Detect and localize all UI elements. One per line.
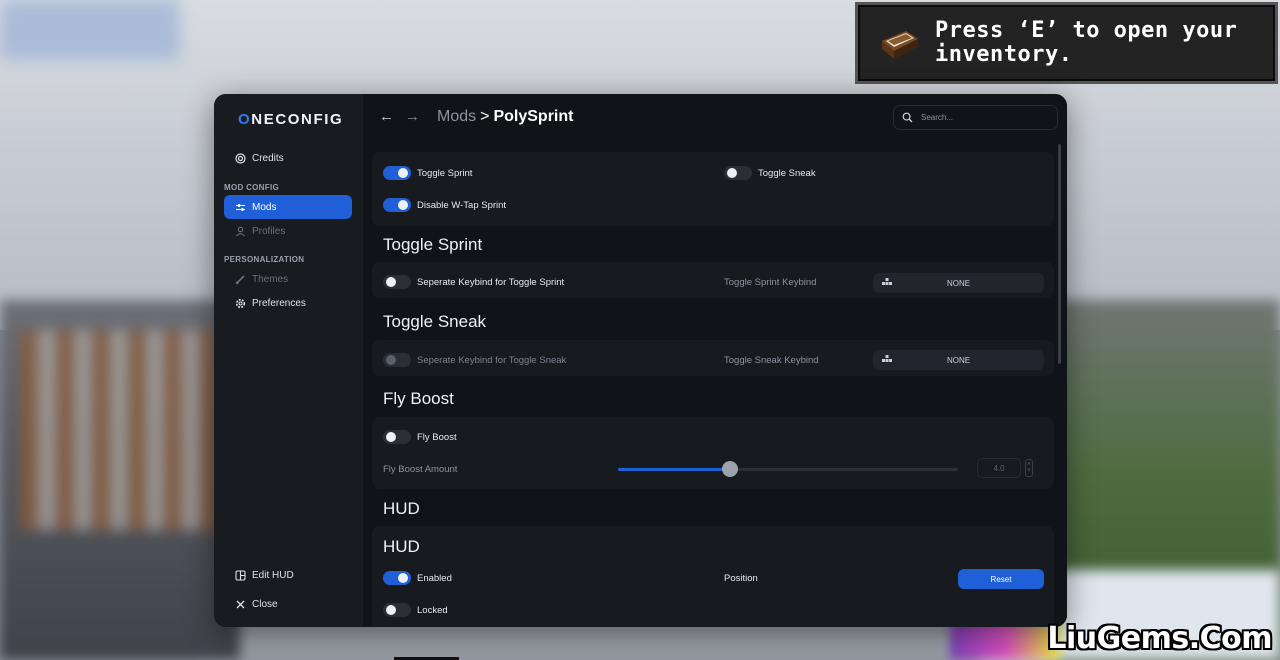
close-icon	[235, 599, 246, 610]
sidebar-item-label: Edit HUD	[252, 569, 294, 581]
separate-keybind-sprint-switch[interactable]	[383, 275, 411, 289]
credits-icon	[235, 152, 246, 164]
search-input[interactable]	[921, 113, 1041, 122]
scrollbar[interactable]	[1058, 144, 1061, 364]
hud-card-heading: HUD	[383, 537, 420, 556]
separate-keybind-sneak-switch[interactable]	[383, 353, 411, 367]
option-label: Seperate Keybind for Toggle Sneak	[417, 354, 567, 366]
chevron-down-icon: ˅	[1027, 468, 1031, 474]
toggle-sneak-switch[interactable]	[724, 166, 752, 180]
gear-icon	[235, 298, 246, 309]
sidebar-item-label: Themes	[252, 273, 289, 285]
book-icon	[882, 31, 918, 59]
toggle-sprint-switch[interactable]	[383, 166, 411, 180]
separate-keybind-sneak-option[interactable]: Seperate Keybind for Toggle Sneak	[383, 353, 566, 367]
toggle-sneak-keybind-label: Toggle Sneak Keybind	[724, 355, 819, 366]
toggle-sneak-keybind-button[interactable]: NONE	[873, 350, 1044, 370]
fly-boost-switch[interactable]	[383, 430, 411, 444]
toggle-sprint-heading: Toggle Sprint	[383, 235, 483, 254]
oneconfig-logo: ONECONFIG	[238, 111, 344, 128]
main-content: ← → Mods>PolySprint Toggle Sprint Toggle…	[363, 94, 1067, 627]
fly-boost-amount-slider[interactable]	[618, 461, 958, 477]
disable-wtap-option[interactable]: Disable W-Tap Sprint	[383, 198, 506, 212]
layout-icon	[235, 569, 246, 581]
fly-boost-option[interactable]: Fly Boost	[383, 430, 457, 444]
general-options-card	[372, 152, 1054, 226]
option-label: Disable W-Tap Sprint	[417, 199, 507, 211]
toggle-sneak-heading: Toggle Sneak	[383, 312, 487, 331]
breadcrumb-parent[interactable]: Mods	[437, 108, 476, 125]
search-box[interactable]	[893, 105, 1058, 130]
breadcrumb: Mods > PolySprint	[437, 108, 573, 126]
sidebar-item-credits[interactable]: Credits	[224, 146, 352, 170]
keybind-value: NONE	[946, 278, 971, 288]
sidebar-item-mods[interactable]: Mods	[224, 195, 352, 219]
option-label: Toggle Sprint	[417, 167, 473, 179]
option-label: Fly Boost	[417, 431, 457, 443]
option-label: Locked	[417, 604, 448, 616]
sidebar-item-themes[interactable]: Themes	[224, 267, 352, 291]
inventory-toast: Press ‘E’ to open your inventory.	[855, 2, 1278, 84]
toggle-sprint-keybind-button[interactable]: NONE	[873, 273, 1044, 293]
watermark-logo: LiuGems.Com	[1047, 621, 1272, 656]
toggle-sprint-option[interactable]: Toggle Sprint	[383, 166, 472, 180]
fly-boost-amount-input[interactable]: 4.0	[977, 458, 1021, 478]
sidebar: ONECONFIG Credits MOD CONFIG Mods Profil…	[214, 94, 363, 627]
sidebar-item-label: Preferences	[252, 297, 306, 309]
hud-enabled-switch[interactable]	[383, 571, 411, 585]
keybind-value: NONE	[946, 355, 971, 365]
sliders-icon	[235, 202, 246, 213]
hud-heading: HUD	[383, 499, 420, 518]
breadcrumb-current: PolySprint	[493, 108, 574, 125]
toggle-sneak-option[interactable]: Toggle Sneak	[724, 166, 816, 180]
sidebar-item-label: Close	[252, 598, 278, 610]
hud-locked-switch[interactable]	[383, 603, 411, 617]
slider-fill	[618, 468, 731, 471]
hud-position-label: Position	[724, 573, 758, 584]
sidebar-item-preferences[interactable]: Preferences	[224, 291, 352, 315]
keyboard-icon	[882, 278, 892, 285]
option-label: Toggle Sneak	[758, 167, 816, 179]
hud-card	[372, 526, 1054, 627]
hud-locked-option[interactable]: Locked	[383, 603, 448, 617]
fly-boost-heading: Fly Boost	[383, 389, 454, 408]
user-icon	[235, 226, 246, 237]
sidebar-item-label: Profiles	[252, 225, 286, 237]
hud-enabled-option[interactable]: Enabled	[383, 571, 452, 585]
reset-button[interactable]: Reset	[958, 569, 1044, 589]
section-mod-config: MOD CONFIG	[224, 183, 279, 192]
disable-wtap-switch[interactable]	[383, 198, 411, 212]
search-icon	[902, 112, 913, 123]
breadcrumb-separator: >	[480, 108, 490, 125]
keyboard-icon	[882, 355, 892, 362]
fly-boost-card	[372, 417, 1054, 489]
close-button[interactable]: Close	[224, 592, 352, 616]
separate-keybind-sprint-option[interactable]: Seperate Keybind for Toggle Sprint	[383, 275, 564, 289]
fly-boost-amount-label: Fly Boost Amount	[383, 464, 458, 475]
oneconfig-window: ONECONFIG Credits MOD CONFIG Mods Profil…	[214, 94, 1067, 627]
toggle-sprint-keybind-label: Toggle Sprint Keybind	[724, 277, 817, 288]
section-personalization: PERSONALIZATION	[224, 255, 305, 264]
option-label: Seperate Keybind for Toggle Sprint	[417, 276, 565, 288]
fly-boost-amount-stepper[interactable]: ˄ ˅	[1025, 459, 1033, 477]
sidebar-item-label: Credits	[252, 152, 284, 164]
toast-message: Press ‘E’ to open your inventory.	[935, 18, 1238, 67]
edit-hud-button[interactable]: Edit HUD	[224, 563, 352, 587]
brush-icon	[235, 274, 246, 285]
sidebar-item-label: Mods	[252, 201, 277, 213]
sidebar-item-profiles[interactable]: Profiles	[224, 219, 352, 243]
option-label: Enabled	[417, 572, 452, 584]
back-arrow-icon[interactable]: ←	[379, 108, 394, 125]
forward-arrow-icon[interactable]: →	[405, 108, 420, 125]
